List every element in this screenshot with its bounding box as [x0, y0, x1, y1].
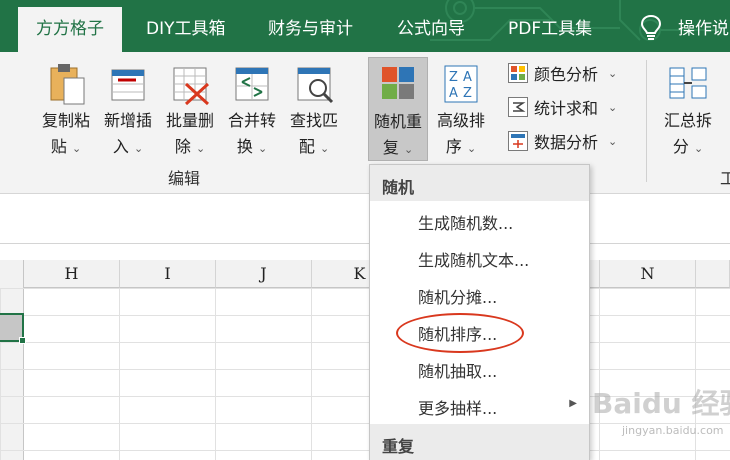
ribbon: 复制粘 贴 ⌄ 新增插 入 ⌄ 批量删 除 ⌄ 合并转 换 ⌄ 查找匹 配 ⌄ [0, 52, 730, 194]
chevron-down-icon: ⌄ [466, 142, 477, 155]
copy-paste-button[interactable]: 复制粘 贴 ⌄ [36, 60, 96, 162]
tab-diy-toolbox[interactable]: DIY工具箱 [146, 14, 226, 39]
grid-line [215, 288, 216, 460]
column-header-i[interactable]: I [120, 260, 216, 288]
chevron-down-icon: ⌄ [319, 142, 330, 155]
menu-item-random-allocate[interactable]: 随机分摊... [370, 275, 589, 312]
menu-section-random: 随机 [370, 165, 589, 201]
chevron-down-icon: ⌄ [133, 142, 144, 155]
submenu-arrow-icon: ▶ [569, 398, 577, 409]
random-repeat-menu: 随机 生成随机数... 生成随机文本... 随机分摊... 随机排序... 随机… [369, 164, 590, 460]
color-analysis-icon [508, 63, 528, 83]
menu-item-random-extract[interactable]: 随机抽取... [370, 349, 589, 386]
color-analysis-button[interactable]: 颜色分析 ⌄ [508, 60, 617, 86]
grid-line [119, 288, 120, 460]
menu-section-repeat: 重复 [370, 424, 589, 460]
ribbon-separator [646, 60, 647, 182]
data-analysis-button[interactable]: 数据分析 ⌄ [508, 128, 617, 154]
column-header-next[interactable] [696, 260, 730, 288]
stat-sum-button[interactable]: 统计求和 ⌄ [508, 94, 617, 120]
tab-instructions[interactable]: 操作说 [678, 14, 729, 39]
clipboard-icon [44, 60, 88, 106]
tab-pdf-tools[interactable]: PDF工具集 [508, 14, 592, 39]
tab-finance-audit[interactable]: 财务与审计 [268, 14, 353, 39]
merge-convert-icon [230, 60, 274, 106]
group-label-edit: 编辑 [168, 169, 201, 188]
chevron-down-icon: ⌄ [608, 134, 618, 148]
svg-text:A: A [449, 86, 458, 101]
lightbulb-icon[interactable] [640, 14, 662, 40]
summary-split-icon [666, 60, 710, 106]
stat-sum-icon [508, 97, 528, 117]
formula-bar-area [0, 196, 730, 244]
find-match-button[interactable]: 查找匹 配 ⌄ [284, 60, 344, 162]
chevron-down-icon: ⌄ [608, 66, 618, 80]
delete-cells-icon [168, 60, 212, 106]
merge-convert-button[interactable]: 合并转 换 ⌄ [222, 60, 282, 162]
grid-line [311, 288, 312, 460]
group-label-cut: 工 [720, 169, 730, 188]
selected-cell[interactable] [0, 313, 26, 344]
chevron-down-icon: ⌄ [403, 143, 414, 156]
baidu-watermark: Baidu 经验 jingyan.baidu.com [592, 387, 730, 437]
summary-split-button[interactable]: 汇总拆 分 ⌄ [658, 60, 718, 162]
insert-rows-icon [106, 60, 150, 106]
column-header-j[interactable]: J [216, 260, 312, 288]
tab-fangfange[interactable]: 方方格子 [18, 7, 122, 52]
column-header-h[interactable]: H [24, 260, 120, 288]
chevron-down-icon: ⌄ [608, 100, 618, 114]
data-analysis-icon [508, 131, 528, 151]
insert-button[interactable]: 新增插 入 ⌄ [98, 60, 158, 162]
highlight-ellipse [396, 313, 524, 353]
svg-text:A: A [463, 70, 472, 85]
chevron-down-icon: ⌄ [257, 142, 268, 155]
advanced-sort-icon: ZAAZ [439, 60, 483, 106]
chevron-down-icon: ⌄ [71, 142, 82, 155]
menu-item-generate-random-text[interactable]: 生成随机文本... [370, 238, 589, 275]
svg-text:Z: Z [463, 86, 472, 101]
random-repeat-icon [376, 61, 420, 107]
find-match-icon [292, 60, 336, 106]
batch-delete-button[interactable]: 批量删 除 ⌄ [160, 60, 220, 162]
menu-item-generate-random-number[interactable]: 生成随机数... [370, 201, 589, 238]
tab-formula-wizard[interactable]: 公式向导 [397, 14, 465, 39]
column-header-n[interactable]: N [600, 260, 696, 288]
advanced-sort-button[interactable]: ZAAZ 高级排 序 ⌄ [431, 60, 491, 162]
chevron-down-icon: ⌄ [195, 142, 206, 155]
svg-text:Z: Z [449, 70, 458, 85]
menu-item-more-sampling[interactable]: 更多抽样... ▶ [370, 386, 589, 423]
random-repeat-button[interactable]: 随机重 复 ⌄ [368, 57, 428, 161]
ribbon-tab-bar: 方方格子 DIY工具箱 财务与审计 公式向导 PDF工具集 操作说 [0, 0, 730, 52]
chevron-down-icon: ⌄ [693, 142, 704, 155]
